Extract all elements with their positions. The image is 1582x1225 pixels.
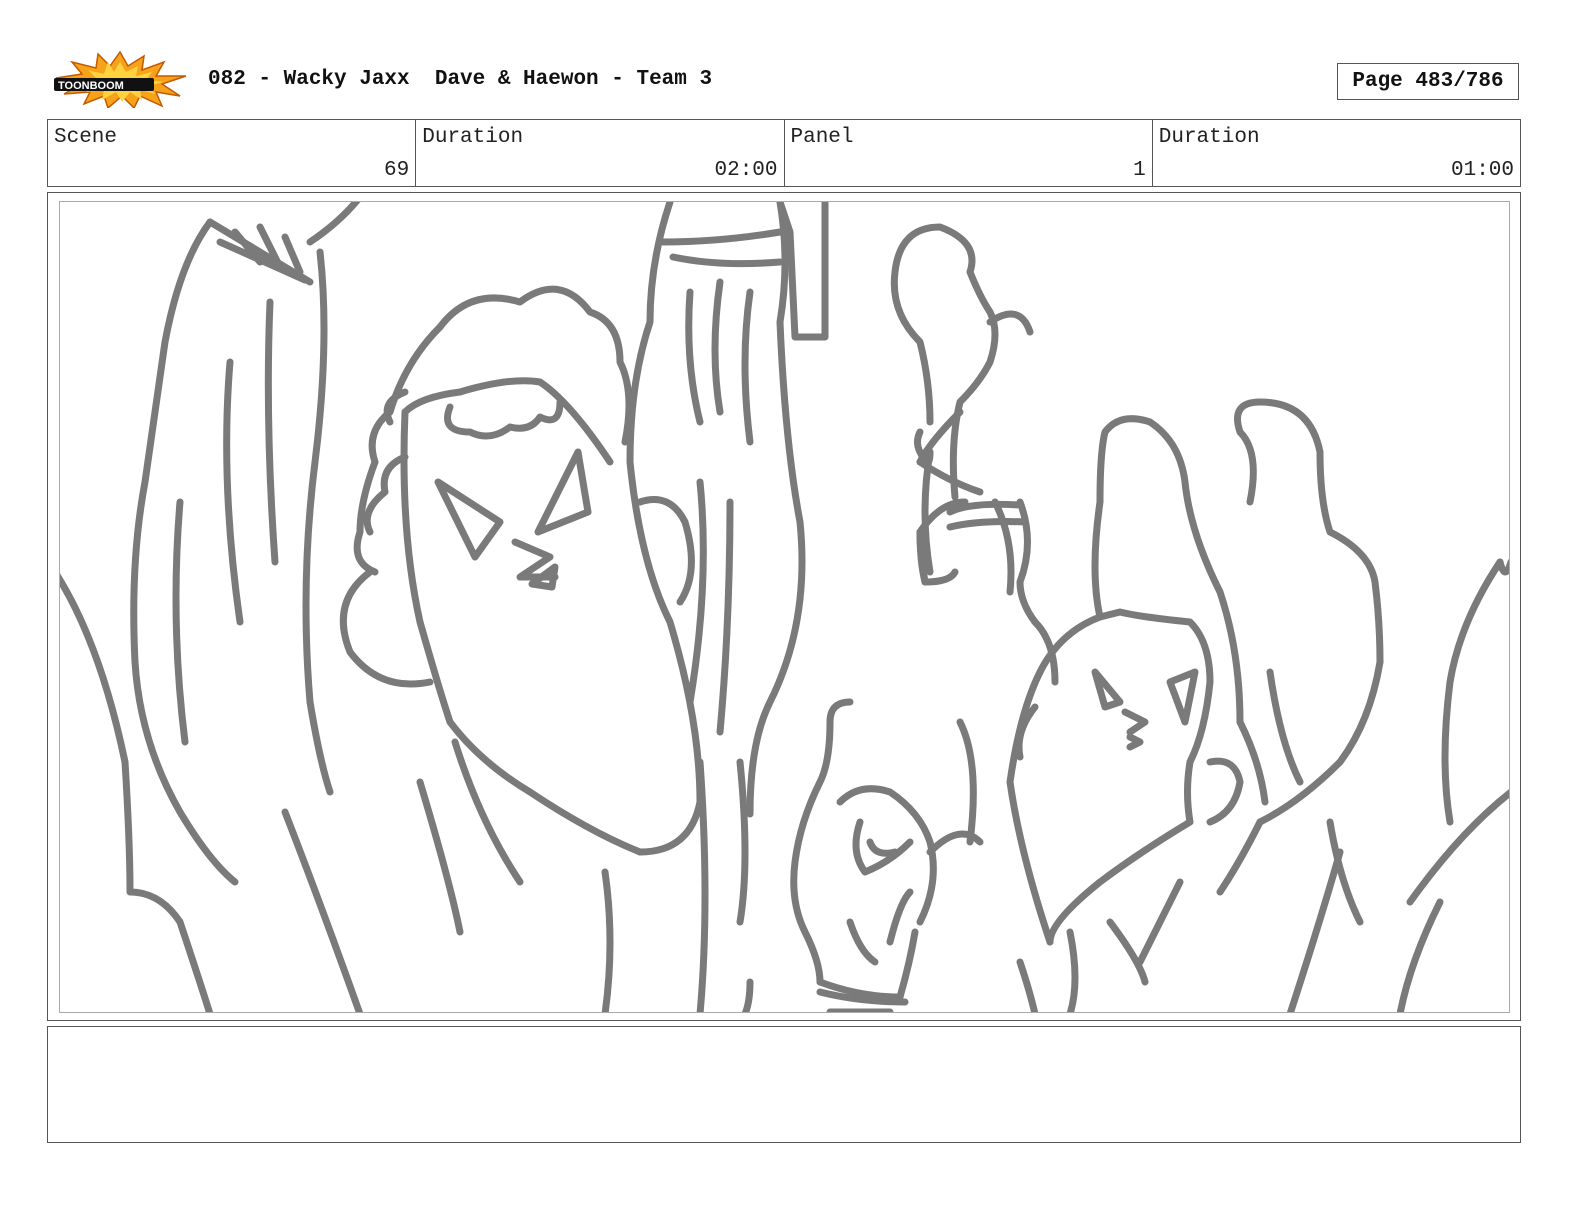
storyboard-panel-image — [59, 201, 1510, 1013]
document-title: 082 - Wacky Jaxx Dave & Haewon - Team 3 — [208, 68, 713, 91]
page-indicator: Page 483/786 — [1337, 63, 1519, 100]
toonboom-logo: TOONBOOM — [52, 50, 188, 110]
storyboard-sketch — [60, 202, 1509, 1012]
scene-duration-cell: Duration 02:00 — [416, 120, 785, 186]
scene-duration-label: Duration — [422, 126, 524, 149]
panel-label: Panel — [790, 126, 854, 149]
scene-duration-value: 02:00 — [714, 159, 778, 182]
panel-duration-cell: Duration 01:00 — [1153, 120, 1520, 186]
panel-duration-label: Duration — [1158, 126, 1260, 149]
panel-cell: Panel 1 — [785, 120, 1153, 186]
scene-info-table: Scene 69 Duration 02:00 Panel 1 Duration… — [47, 119, 1521, 187]
scene-label: Scene — [54, 126, 118, 149]
scene-cell: Scene 69 — [48, 120, 417, 186]
logo-text: TOONBOOM — [58, 80, 124, 92]
scene-value: 69 — [384, 159, 410, 182]
panel-duration-value: 01:00 — [1450, 159, 1514, 182]
panel-value: 1 — [1133, 159, 1146, 182]
panel-notes-box — [47, 1026, 1521, 1143]
